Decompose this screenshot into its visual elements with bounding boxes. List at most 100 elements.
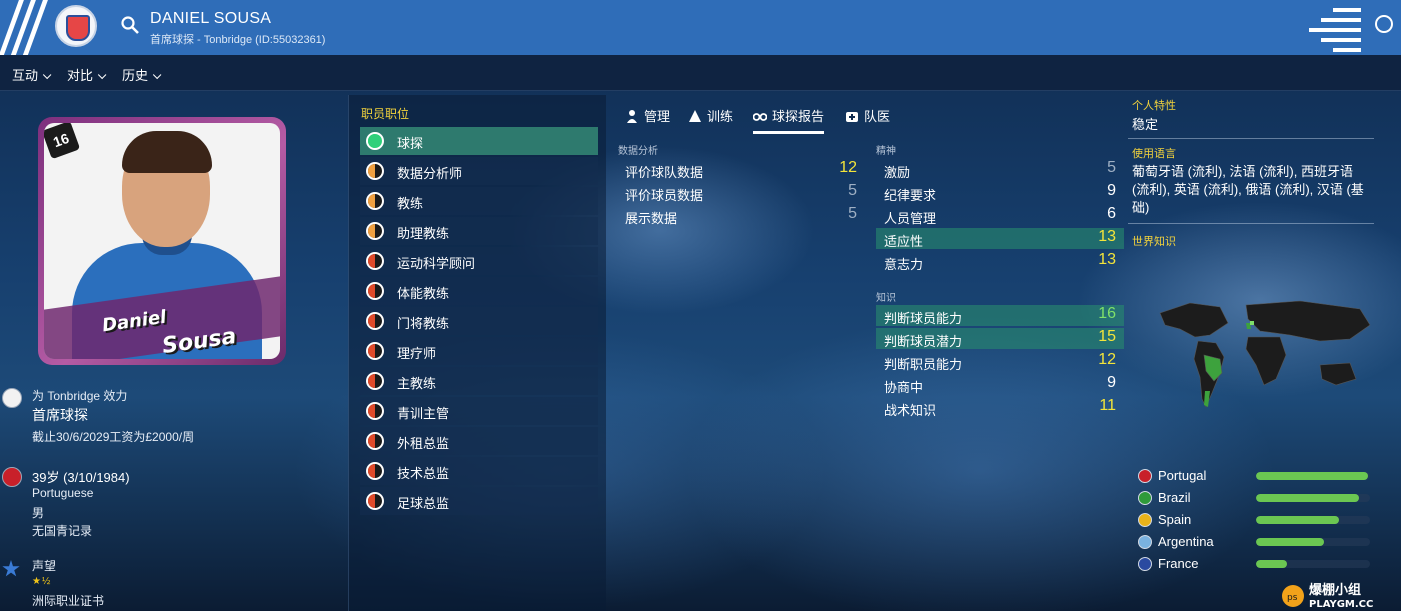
role-item[interactable]: 运动科学顾问 — [360, 247, 598, 275]
club-badge-icon[interactable] — [55, 5, 97, 47]
role-suitability-icon — [366, 432, 384, 450]
portrait-hair — [122, 131, 212, 173]
attribute-label: 纪律要求 — [884, 188, 937, 203]
role-item[interactable]: 技术总监 — [360, 457, 598, 485]
coaching-license: 洲际职业证书 — [32, 594, 105, 608]
role-label: 技术总监 — [397, 466, 450, 481]
attribute-row[interactable]: 意志力 13 — [876, 251, 1124, 272]
role-item[interactable]: 体能教练 — [360, 277, 598, 305]
role-item[interactable]: 足球总监 — [360, 487, 598, 515]
nation-flag-icon — [1138, 557, 1152, 571]
role-suitability-icon — [366, 492, 384, 510]
world-knowledge-map — [1159, 300, 1371, 408]
attribute-label: 适应性 — [884, 234, 924, 249]
age-dob: 39岁 (3/10/1984) — [32, 470, 130, 485]
person-subtitle: 首席球探 - Tonbridge (ID:55032361) — [150, 34, 326, 46]
role-item[interactable]: 外租总监 — [360, 427, 598, 455]
roles-title: 职员职位 — [361, 107, 410, 121]
tab-physio[interactable]: 队医 — [845, 106, 890, 125]
nation-row[interactable]: Brazil — [1136, 488, 1386, 508]
attribute-row[interactable]: 展示数据 5 — [617, 205, 865, 226]
attribute-row[interactable]: 协商中 9 — [876, 374, 1124, 395]
chevron-down-icon — [42, 70, 52, 80]
role-suitability-icon — [366, 342, 384, 360]
tab-management[interactable]: 管理 — [625, 106, 670, 125]
role-suitability-icon — [366, 132, 384, 150]
attribute-label: 人员管理 — [884, 211, 937, 226]
role-suitability-icon — [366, 372, 384, 390]
attribute-row[interactable]: 评价球员数据 5 — [617, 182, 865, 203]
nation-knowledge-fill — [1256, 472, 1368, 480]
attribute-row[interactable]: 激励 5 — [876, 159, 1124, 180]
role-item[interactable]: 门将教练 — [360, 307, 598, 335]
role-item[interactable]: 教练 — [360, 187, 598, 215]
attribute-value: 12 — [1098, 351, 1116, 368]
role-suitability-icon — [366, 402, 384, 420]
search-icon[interactable] — [120, 15, 140, 35]
attribute-row[interactable]: 人员管理 6 — [876, 205, 1124, 226]
attribute-row[interactable]: 判断球员潜力 15 — [876, 328, 1124, 349]
attribute-row[interactable]: 适应性 13 — [876, 228, 1124, 249]
header-stripes-right — [1301, 0, 1361, 55]
svg-text:爆棚小组: 爆棚小组 — [1309, 582, 1361, 598]
attribute-label: 判断球员潜力 — [884, 334, 963, 349]
attribute-value: 12 — [839, 159, 857, 176]
role-item[interactable]: 球探 — [360, 127, 598, 155]
role-suitability-icon — [366, 282, 384, 300]
menu-interact[interactable]: 互动 — [12, 65, 52, 84]
attribute-value: 5 — [848, 205, 857, 222]
attribute-label: 判断球员能力 — [884, 311, 963, 326]
attribute-label: 展示数据 — [625, 211, 678, 226]
role-label: 运动科学顾问 — [397, 256, 476, 271]
club-crest-icon — [2, 388, 22, 408]
nation-name: Portugal — [1158, 468, 1207, 483]
training-icon — [689, 110, 701, 122]
gender: 男 — [32, 506, 45, 520]
chevron-down-icon — [97, 70, 107, 80]
nation-row[interactable]: France — [1136, 554, 1386, 574]
staff-roles-panel: 职员职位 球探数据分析师教练助理教练运动科学顾问体能教练 门将教练 理疗师 主教练青训… — [348, 95, 606, 611]
nation-flag-icon — [1138, 535, 1152, 549]
role-label: 青训主管 — [397, 406, 450, 421]
nation-row[interactable]: Portugal — [1136, 466, 1386, 486]
nationality: Portuguese — [32, 486, 94, 500]
attribute-row[interactable]: 判断球员能力 16 — [876, 305, 1124, 326]
attribute-label: 评价球员数据 — [625, 188, 704, 203]
tab-training[interactable]: 训练 — [688, 106, 733, 125]
attribute-row[interactable]: 判断职员能力 12 — [876, 351, 1124, 372]
nation-row[interactable]: Argentina — [1136, 532, 1386, 552]
attribute-label: 意志力 — [884, 257, 924, 272]
role-label: 数据分析师 — [397, 166, 463, 181]
nation-knowledge-bar — [1256, 560, 1370, 568]
reputation-star-icon — [2, 560, 20, 577]
role-item[interactable]: 青训主管 — [360, 397, 598, 425]
nation-flag-icon — [2, 467, 22, 487]
attribute-row[interactable]: 纪律要求 9 — [876, 182, 1124, 203]
top-bar: DANIEL SOUSA 首席球探 - Tonbridge (ID:550323… — [0, 0, 1401, 65]
role-item[interactable]: 数据分析师 — [360, 157, 598, 185]
attribute-value: 5 — [1107, 159, 1116, 176]
group-title-data-analysis: 数据分析 — [618, 146, 658, 157]
reputation-stars: ★½ — [32, 576, 52, 587]
nation-name: France — [1158, 556, 1199, 571]
help-icon[interactable] — [1375, 15, 1393, 33]
header-stripes — [0, 0, 50, 65]
menu-compare[interactable]: 对比 — [67, 65, 107, 84]
manager-icon — [627, 110, 637, 123]
role-item[interactable]: 助理教练 — [360, 217, 598, 245]
attribute-label: 战术知识 — [884, 403, 937, 418]
nation-row[interactable]: Spain — [1136, 510, 1386, 530]
watermark-logo: ps 爆棚小组 PLAYGM.CC — [1282, 582, 1373, 610]
role-label: 助理教练 — [397, 226, 450, 241]
role-suitability-icon — [366, 462, 384, 480]
role-suitability-icon — [366, 312, 384, 330]
menu-history[interactable]: 历史 — [122, 65, 162, 84]
traits-title: 个人特性 — [1132, 100, 1176, 112]
role-item[interactable]: 理疗师 — [360, 337, 598, 365]
contract-info: 截止30/6/2029工资为£2000/周 — [32, 430, 195, 444]
group-title-mental: 精神 — [876, 146, 896, 157]
role-item[interactable]: 主教练 — [360, 367, 598, 395]
attribute-row[interactable]: 评价球队数据 12 — [617, 159, 865, 180]
tab-scouting-report[interactable]: 球探报告 — [753, 106, 825, 134]
attribute-row[interactable]: 战术知识 11 — [876, 397, 1124, 418]
